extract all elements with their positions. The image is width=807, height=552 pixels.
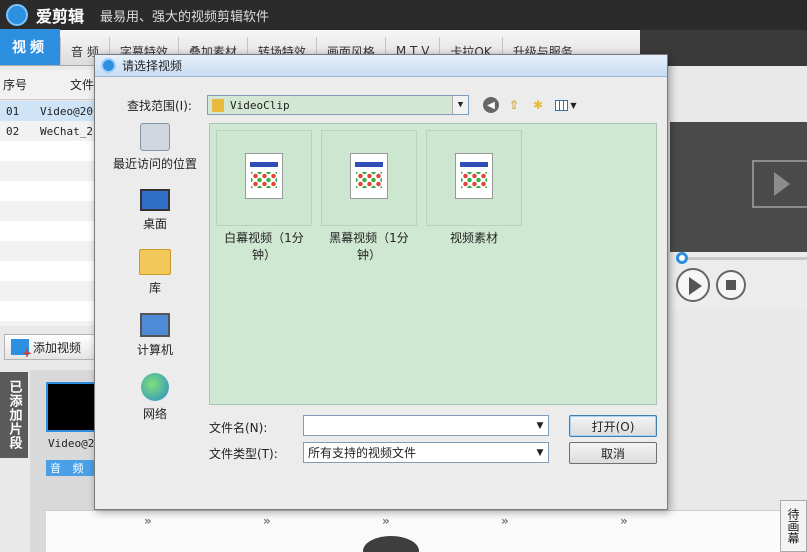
filetype-value: 所有支持的视频文件	[308, 446, 417, 460]
lookin-row: 查找范围(I): VideoClip ▼ ◀ ⇧ ✱ ▼	[95, 93, 669, 117]
file-label-line: 白幕视频（1分	[224, 231, 304, 245]
dialog-title: 请选择视频	[122, 59, 183, 73]
video-file-icon	[455, 153, 493, 199]
place-label: 计算机	[136, 343, 173, 357]
new-folder-icon[interactable]: ✱	[529, 96, 547, 114]
transition-arrow-icon[interactable]: »	[501, 514, 521, 528]
list-header: 序号 文件	[0, 70, 100, 100]
transition-arrow-icon[interactable]: »	[382, 514, 402, 528]
stop-button[interactable]	[716, 270, 746, 300]
film-add-icon	[11, 339, 32, 360]
video-file-icon	[350, 153, 388, 199]
col-file-header[interactable]: 文件	[40, 76, 94, 93]
chevron-down-icon[interactable]: ▼	[532, 416, 548, 435]
file-item-label: 视频素材	[422, 230, 526, 247]
add-video-button[interactable]: 添加视频	[4, 334, 96, 360]
video-file-icon	[245, 153, 283, 199]
file-item-label: 白幕视频（1分 钟）	[212, 230, 316, 264]
seek-bar[interactable]	[676, 257, 807, 260]
file-label-line: 钟）	[356, 248, 381, 262]
added-clips-label: 已添加片段	[0, 372, 28, 458]
file-item[interactable]	[426, 130, 522, 226]
row-filename: Video@20	[40, 104, 93, 118]
up-folder-icon[interactable]: ⇧	[505, 96, 523, 114]
places-bar: 最近访问的位置 桌面 库 计算机 网络	[105, 123, 205, 421]
place-network[interactable]: 网络	[105, 373, 205, 422]
filetype-label: 文件类型(T):	[209, 447, 278, 461]
play-button[interactable]	[676, 268, 710, 302]
network-icon	[141, 373, 169, 401]
filetype-select[interactable]: 所有支持的视频文件 ▼	[303, 442, 549, 463]
transition-arrow-icon[interactable]: »	[263, 514, 283, 528]
file-item[interactable]	[321, 130, 417, 226]
clip-thumbnail[interactable]	[46, 382, 100, 432]
back-icon[interactable]: ◀	[483, 97, 499, 113]
row-filename: WeChat_2	[40, 124, 93, 138]
list-row[interactable]: 01 Video@20	[0, 101, 100, 121]
place-computer[interactable]: 计算机	[105, 313, 205, 358]
select-video-dialog: 请选择视频 查找范围(I): VideoClip ▼ ◀ ⇧ ✱ ▼ 最近访问的…	[94, 54, 668, 510]
computer-icon	[140, 313, 170, 337]
place-library[interactable]: 库	[105, 249, 205, 296]
place-label: 库	[148, 281, 161, 295]
row-number: 02	[6, 124, 20, 138]
library-icon	[139, 249, 171, 275]
add-video-label: 添加视频	[33, 340, 82, 355]
place-desktop[interactable]: 桌面	[105, 189, 205, 232]
audio-track-label: 音 频	[46, 460, 100, 476]
app-logo-icon	[6, 4, 28, 26]
transition-arrow-icon[interactable]: »	[144, 514, 164, 528]
lookin-select[interactable]: VideoClip ▼	[207, 95, 469, 115]
app-name: 爱剪辑	[36, 7, 85, 26]
video-list: 01 Video@20 02 WeChat_2	[0, 101, 100, 326]
col-seq-header[interactable]: 序号	[0, 76, 40, 93]
cancel-button[interactable]: 取消	[569, 442, 657, 464]
film-placeholder-icon	[752, 160, 807, 208]
desktop-icon	[140, 189, 170, 211]
lookin-value: VideoClip	[230, 98, 290, 112]
app-title-bar: 爱剪辑 最易用、强大的视频剪辑软件	[0, 0, 807, 30]
folder-icon	[212, 98, 224, 112]
right-side-strip: 待画幕	[780, 500, 807, 552]
file-label-line: 黑幕视频（1分	[329, 231, 409, 245]
file-item[interactable]	[216, 130, 312, 226]
chevron-down-icon[interactable]: ▼	[532, 443, 548, 462]
recent-places-icon	[140, 123, 170, 151]
place-label: 最近访问的位置	[112, 157, 197, 171]
place-recent[interactable]: 最近访问的位置	[105, 123, 205, 172]
file-item-label: 黑幕视频（1分 钟）	[317, 230, 421, 264]
row-number: 01	[6, 104, 20, 118]
open-button[interactable]: 打开(O)	[569, 415, 657, 437]
filename-label: 文件名(N):	[209, 421, 268, 435]
file-list-pane: 白幕视频（1分 钟） 黑幕视频（1分 钟） 视频素材	[209, 123, 657, 405]
place-label: 桌面	[142, 217, 167, 231]
chevron-down-icon[interactable]: ▼	[452, 96, 468, 114]
file-label-line: 视频素材	[449, 231, 498, 245]
app-logo-icon	[101, 58, 116, 73]
view-menu-icon[interactable]: ▼	[553, 96, 579, 114]
filename-input[interactable]: ▼	[303, 415, 549, 436]
app-slogan: 最易用、强大的视频剪辑软件	[100, 9, 270, 25]
lookin-label: 查找范围(I):	[127, 98, 192, 113]
seek-knob[interactable]	[676, 252, 688, 264]
dialog-titlebar: 请选择视频	[95, 55, 667, 77]
transition-arrow-icon[interactable]: »	[620, 514, 640, 528]
tab-video[interactable]: 视频	[0, 29, 60, 65]
list-row[interactable]: 02 WeChat_2	[0, 121, 100, 141]
file-label-line: 钟）	[251, 248, 276, 262]
place-label: 网络	[142, 407, 167, 421]
